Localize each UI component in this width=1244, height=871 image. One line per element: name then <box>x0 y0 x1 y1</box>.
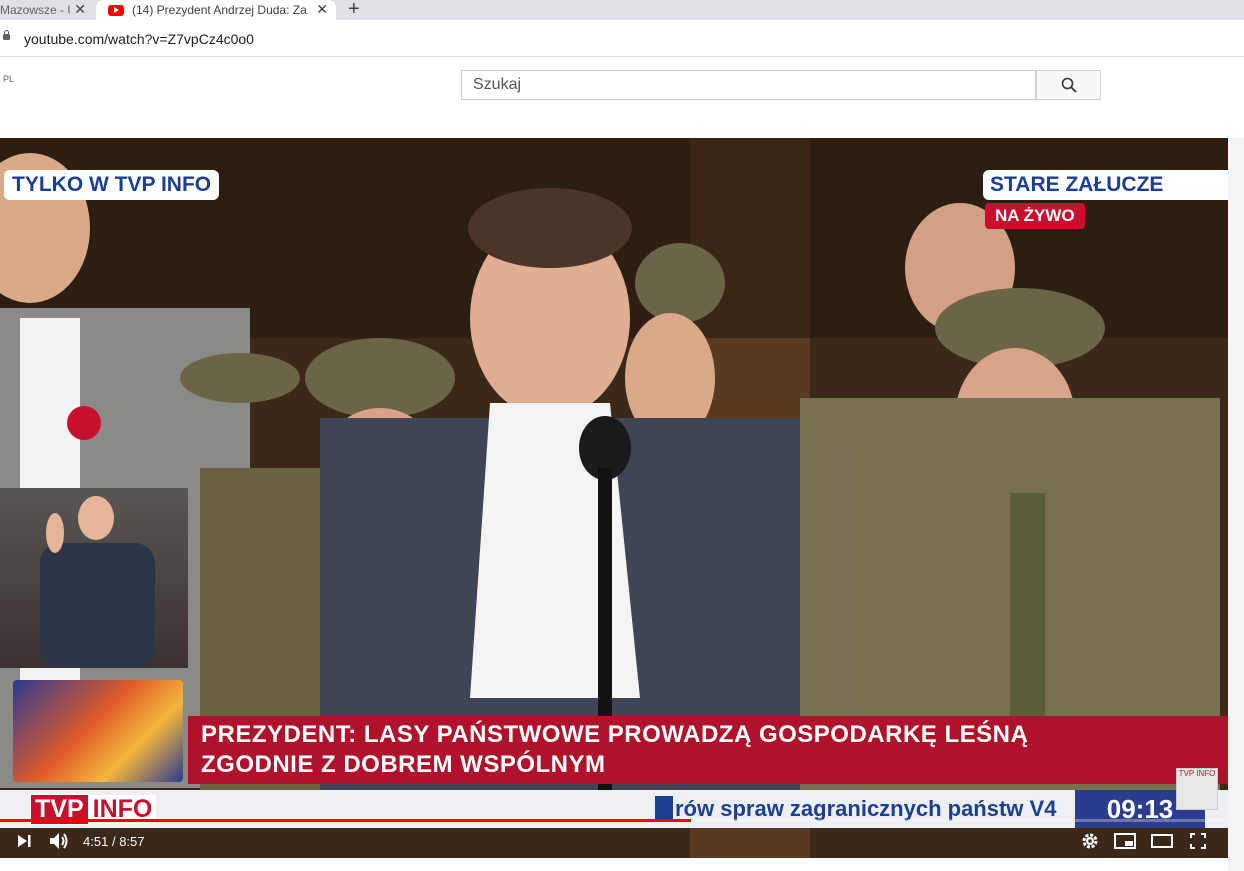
fullscreen-icon <box>1190 833 1206 849</box>
url-text[interactable]: youtube.com/watch?v=Z7vpCz4c0o0 <box>24 31 254 47</box>
video-player[interactable]: TYLKO W TVP INFO STARE ZAŁUCZE NA ŻYWO P… <box>0 138 1228 858</box>
tab-youtube-video[interactable]: (14) Prezydent Andrzej Duda: Za ✕ <box>96 0 336 20</box>
search-input[interactable] <box>462 71 1013 99</box>
time-separator: / <box>111 834 116 849</box>
miniplayer-icon <box>1114 833 1136 849</box>
browser-tabstrip: Mazowsze - U ✕ (14) Prezydent Andrzej Du… <box>0 0 1244 20</box>
tvp-info-logo-tile <box>13 680 183 782</box>
sign-language-interpreter <box>0 488 188 668</box>
youtube-header: PL <box>0 57 1244 114</box>
page-scrollbar[interactable] <box>1228 138 1244 871</box>
next-button[interactable] <box>12 824 36 858</box>
youtube-icon <box>108 4 124 16</box>
search-box[interactable] <box>461 70 1036 100</box>
below-video-area <box>0 858 1228 871</box>
fullscreen-button[interactable] <box>1186 824 1210 858</box>
miniplayer-button[interactable] <box>1112 824 1138 858</box>
corner-logo: TVP INFO <box>1176 768 1218 810</box>
lock-icon <box>3 30 10 40</box>
theater-mode-button[interactable] <box>1148 824 1176 858</box>
location-badge: STARE ZAŁUCZE <box>983 170 1228 200</box>
live-badge: NA ŻYWO <box>985 203 1085 229</box>
player-controls: 4:51 / 8:57 <box>0 824 1228 858</box>
new-tab-button[interactable]: + <box>348 0 360 21</box>
close-icon[interactable]: ✕ <box>316 1 328 18</box>
time-display: 4:51 / 8:57 <box>83 834 145 849</box>
gear-icon <box>1082 833 1098 849</box>
volume-button[interactable] <box>46 824 74 858</box>
tab-title: Mazowsze - U <box>0 3 70 17</box>
search-button[interactable] <box>1036 70 1101 100</box>
tab-mazowsze[interactable]: Mazowsze - U ✕ <box>0 0 94 20</box>
address-bar[interactable]: youtube.com/watch?v=Z7vpCz4c0o0 <box>0 20 1244 57</box>
region-label: PL <box>3 74 15 84</box>
exclusive-badge: TYLKO W TVP INFO <box>4 170 220 200</box>
headline-line-2: ZGODNIE Z DOBREM WSPÓLNYM <box>201 751 606 778</box>
close-icon[interactable]: ✕ <box>74 1 86 18</box>
settings-button[interactable] <box>1078 824 1102 858</box>
progress-played[interactable] <box>0 819 691 822</box>
next-icon <box>18 835 31 847</box>
interpreter-figure <box>40 496 155 668</box>
news-headline: PREZYDENT: LASY PAŃSTWOWE PROWADZĄ GOSPO… <box>188 716 1228 784</box>
headline-line-1: PREZYDENT: LASY PAŃSTWOWE PROWADZĄ GOSPO… <box>201 721 1029 748</box>
tab-title: (14) Prezydent Andrzej Duda: Za <box>132 3 307 17</box>
time-total: 8:57 <box>119 834 145 849</box>
volume-icon <box>50 833 68 849</box>
theater-icon <box>1151 834 1173 848</box>
search-icon <box>1061 77 1077 93</box>
time-current: 4:51 <box>83 834 109 849</box>
